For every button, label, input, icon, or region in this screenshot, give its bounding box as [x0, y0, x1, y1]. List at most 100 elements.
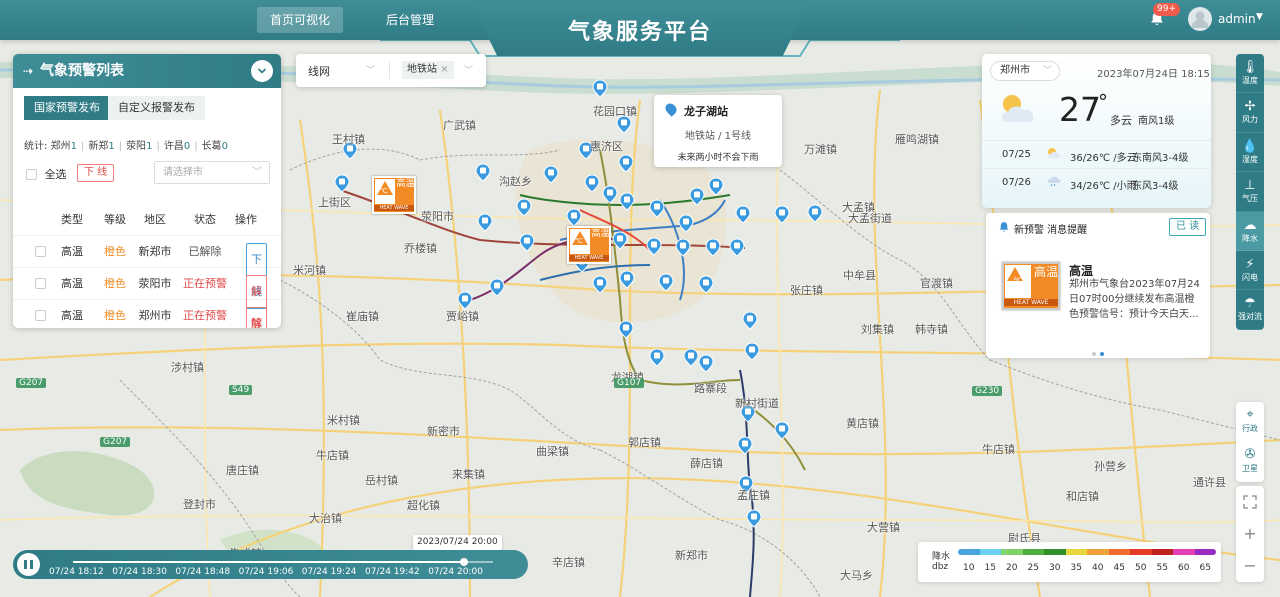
legend-value: 20: [1006, 563, 1018, 573]
stats-count: 1: [108, 141, 115, 152]
warning-stats: 统计: 郑州1 | 新郑1 | 荥阳1 | 许昌0 | 长葛0: [24, 137, 228, 152]
chevron-down-icon: ﹀: [1042, 66, 1052, 76]
timeline-label[interactable]: 07/24 20:00: [428, 567, 483, 577]
city-label: 郑州市: [1000, 65, 1030, 76]
city-select[interactable]: 郑州市 ﹀: [990, 61, 1060, 81]
row-region: 荥阳市: [138, 277, 172, 290]
layer-btn-label: 温度: [1242, 76, 1258, 85]
map-place-label: 大孟街道: [848, 212, 892, 225]
map-place-label: 王村镇: [332, 133, 365, 146]
select-all-checkbox[interactable]: 全选: [26, 166, 67, 182]
table-row: 高温 橙色 新郑市 已解除下 线: [13, 236, 281, 309]
heat-wave-warning-marker[interactable]: ℃ 高温 HEAT WAVE: [567, 226, 611, 264]
bulk-offline-button[interactable]: 下 线: [77, 164, 115, 182]
forecast-wind: 东南风3-4级: [1132, 153, 1189, 164]
legend-swatch: [1173, 549, 1195, 555]
layer-btn-thermometer[interactable]: 🌡 温度: [1236, 54, 1264, 94]
layer-btn-pressure[interactable]: ⊥ 气压: [1236, 172, 1264, 212]
legend-value: 30: [1049, 563, 1061, 573]
col-type: 类型: [61, 213, 83, 226]
alert-card: 新预警 消息提醒 已 读 ℃ 高温 HEAT WAVE 高温 郑州市气象台202…: [986, 213, 1210, 358]
nav-home-visual[interactable]: 首页可视化: [257, 7, 344, 33]
map-place-label: 万滩镇: [804, 143, 837, 156]
forecast-wind: 东风3-4级: [1132, 181, 1179, 192]
tab-national-warning[interactable]: 国家预警发布: [24, 96, 110, 120]
road-shield-label: G107: [614, 378, 645, 388]
map-place-label: 孙营乡: [1094, 460, 1127, 473]
collapse-button[interactable]: [251, 60, 273, 82]
timeline-label[interactable]: 07/24 19:24: [302, 567, 357, 577]
stats-region: 新郑: [88, 141, 109, 152]
humidity-icon: 💧: [1241, 138, 1259, 154]
username[interactable]: admin: [1218, 12, 1256, 26]
legend-value: 60: [1178, 563, 1190, 573]
lightning-icon: ⚡: [1245, 256, 1255, 272]
double-chevron-right-icon: ⇢: [23, 64, 34, 78]
warn-en: HEAT WAVE: [569, 255, 609, 261]
avatar[interactable]: [1188, 7, 1212, 31]
panel-title: 气象预警列表: [40, 63, 124, 79]
pause-button[interactable]: [17, 553, 40, 576]
carousel-dots[interactable]: [1090, 346, 1106, 359]
legend-value: 25: [1027, 563, 1039, 573]
timeline-label[interactable]: 07/24 18:48: [175, 567, 230, 577]
timeline-label[interactable]: 07/24 18:30: [112, 567, 167, 577]
map-place-label: 刘集镇: [861, 323, 894, 336]
filter-tag-metro[interactable]: 地铁站 ×: [402, 61, 454, 79]
timeline-label[interactable]: 07/24 19:42: [365, 567, 420, 577]
fullscreen-icon: [1243, 495, 1257, 509]
layer-btn-storm[interactable]: ☂ 强对流: [1236, 290, 1264, 330]
heat-wave-warning-marker[interactable]: ℃ 高温 HEAT WAVE: [372, 176, 416, 214]
stats-region: 长葛: [201, 141, 222, 152]
plus-icon: +: [1243, 524, 1257, 543]
stats-region: 荥阳: [126, 141, 147, 152]
close-icon[interactable]: ×: [440, 64, 448, 75]
city-select[interactable]: 请选择市 ﹀: [154, 161, 270, 184]
map-place-label: 新郑市: [675, 549, 708, 562]
row-action-button[interactable]: 解 除: [246, 307, 267, 328]
map-type-toolbar: ⌖ 行政 ✇ 卫星: [1236, 402, 1264, 482]
map-place-label: 贾峪镇: [446, 310, 479, 323]
mark-read-button[interactable]: 已 读: [1169, 218, 1207, 236]
maptype-btn-label: 行政: [1242, 424, 1258, 433]
current-temperature: 27: [1059, 90, 1101, 129]
forecast-temp: 36/26℃ /多云: [1070, 153, 1137, 164]
maptype-btn-map-pin[interactable]: ⌖ 行政: [1236, 402, 1264, 442]
legend-value: 50: [1135, 563, 1147, 573]
timeline-handle[interactable]: [459, 558, 468, 566]
timeline-label[interactable]: 07/24 18:12: [49, 567, 104, 577]
tab-custom-warning[interactable]: 自定义报警发布: [108, 96, 205, 120]
map-place-label: 通许县: [1193, 476, 1226, 489]
layer-btn-lightning[interactable]: ⚡ 闪电: [1236, 251, 1264, 291]
zoom-out-button[interactable]: −: [1236, 550, 1264, 582]
legend-swatch: [1108, 549, 1130, 555]
map-place-label: 官渡镇: [920, 277, 953, 290]
map-place-label: 岳村镇: [365, 474, 398, 487]
maptype-btn-satellite[interactable]: ✇ 卫星: [1236, 442, 1264, 482]
map-place-label: 惠济区: [590, 140, 623, 153]
map-place-label: 中牟县: [843, 269, 876, 282]
forecast-temp: 34/26℃ /小雨: [1070, 181, 1137, 192]
map-place-label: 曲梁镇: [536, 445, 569, 458]
map-pin-icon: ⌖: [1246, 407, 1254, 422]
timeline-label[interactable]: 07/24 19:06: [239, 567, 294, 577]
layer-btn-fan[interactable]: ✢ 风力: [1236, 93, 1264, 133]
chevron-down-icon[interactable]: ﹀: [464, 63, 473, 76]
timeline-track[interactable]: [73, 558, 493, 566]
chevron-down-icon[interactable]: ▼: [1256, 12, 1263, 22]
fullscreen-button[interactable]: [1236, 486, 1264, 518]
nav-admin[interactable]: 后台管理: [373, 7, 447, 33]
chevron-down-icon[interactable]: ﹀: [366, 63, 375, 76]
line-select[interactable]: 线网: [308, 63, 330, 79]
stats-separator: |: [156, 141, 160, 152]
warn-glyph: ℃: [1013, 277, 1024, 287]
forecast-date: 07/26: [1002, 177, 1031, 188]
zoom-in-button[interactable]: +: [1236, 518, 1264, 550]
notification-badge: 99+: [1153, 3, 1180, 16]
stats-separator: |: [80, 141, 85, 152]
layer-btn-rain-cloud[interactable]: ☁ 降水: [1236, 211, 1264, 251]
thermometer-icon: 🌡: [1241, 60, 1259, 75]
alert-text: 郑州市气象台2023年07月24日07时00分继续发布高温橙色预警信号：预计今天…: [1069, 279, 1200, 320]
stats-count: 1: [70, 141, 77, 152]
layer-btn-humidity[interactable]: 💧 湿度: [1236, 133, 1264, 173]
